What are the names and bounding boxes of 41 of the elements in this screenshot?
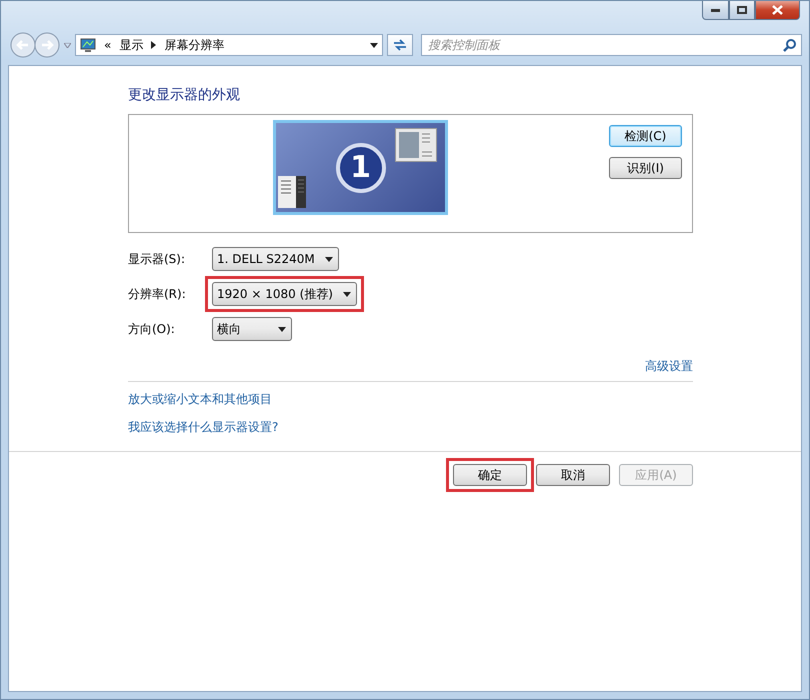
dropdown-caret-icon — [342, 292, 351, 296]
breadcrumb-item[interactable]: 屏幕分辨率 — [164, 36, 224, 54]
setting-label: 显示器(S): — [128, 250, 186, 268]
back-button[interactable] — [10, 32, 36, 58]
start-menu-drawing — [278, 176, 306, 208]
help-link[interactable]: 放大或缩小文本和其他项目 — [128, 391, 693, 408]
minimize-button[interactable] — [702, 1, 729, 20]
dialog-button[interactable]: 识别(I) — [609, 157, 682, 179]
search-field[interactable]: 搜索控制面板 — [421, 34, 802, 56]
monitor-icon — [80, 38, 96, 52]
dialog-button[interactable]: 确定 — [453, 464, 527, 486]
dropdown-caret-icon — [324, 256, 333, 262]
breadcrumb-item[interactable]: 显示 — [119, 36, 144, 54]
search-icon[interactable] — [783, 39, 796, 52]
window-drawing — [395, 128, 437, 162]
monitor-number: 1 — [336, 142, 386, 192]
history-caret-icon[interactable] — [64, 42, 71, 48]
help-link[interactable]: 我应该选择什么显示器设置? — [128, 419, 693, 436]
close-button[interactable] — [755, 1, 800, 20]
dialog-button[interactable]: 取消 — [536, 464, 610, 486]
breadcrumb-arrow-icon[interactable] — [151, 41, 156, 49]
dropdown-caret-icon — [370, 42, 378, 48]
setting-label: 分辨率(R): — [128, 286, 187, 302]
advanced-settings-link[interactable]: 高级设置 — [645, 358, 693, 375]
dropdown-caret-icon — [278, 326, 286, 332]
overflow-chevron[interactable]: « — [104, 38, 112, 52]
address-bar[interactable]: « 显示 屏幕分辨率 — [75, 34, 383, 56]
maximize-icon — [737, 6, 747, 14]
refresh-button[interactable] — [387, 34, 413, 56]
minimize-icon — [711, 8, 720, 12]
setting-label: 方向(O): — [128, 320, 176, 338]
maximize-button[interactable] — [729, 1, 755, 20]
refresh-arrows-icon — [392, 38, 408, 52]
forward-button[interactable] — [34, 32, 60, 58]
dropdown-select[interactable]: 横向 — [212, 317, 292, 341]
section-heading: 更改显示器的外观 — [128, 86, 241, 104]
dropdown-select[interactable]: 1920 × 1080 (推荐) — [212, 282, 357, 306]
close-icon — [772, 5, 783, 15]
dialog-button[interactable]: 检测(C) — [609, 125, 682, 147]
dropdown-select[interactable]: 1. DELL S2240M — [212, 247, 339, 271]
monitor-drawing[interactable]: 1 — [273, 120, 448, 215]
